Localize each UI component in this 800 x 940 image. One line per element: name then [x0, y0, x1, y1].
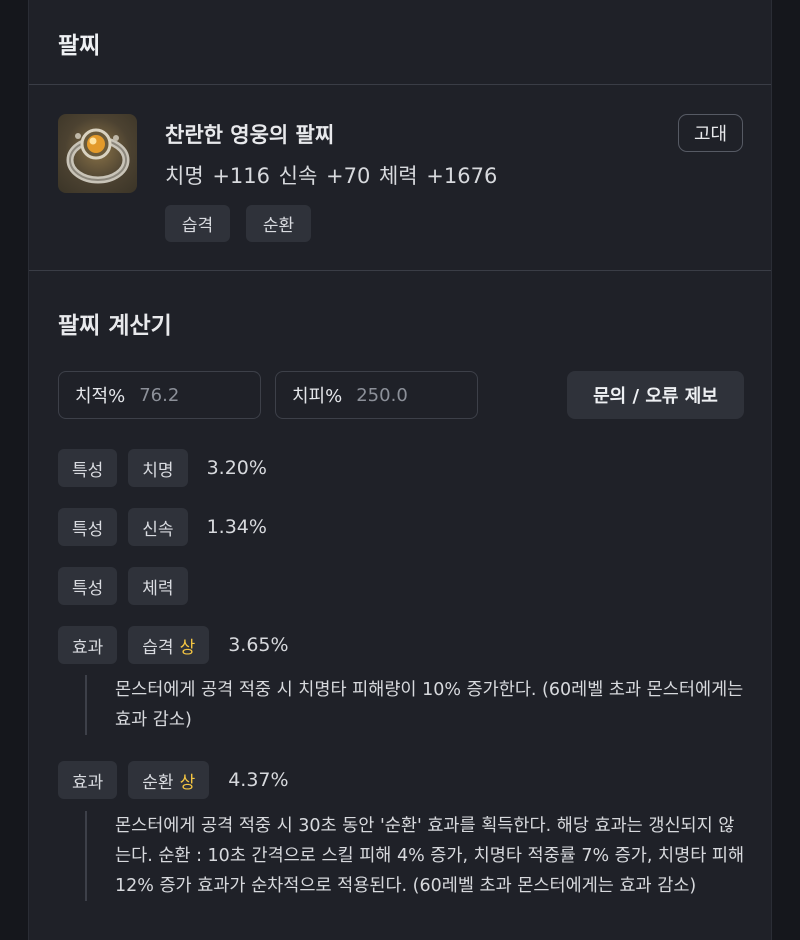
row-name: 치명 — [128, 449, 188, 487]
item-stats: 치명 +116 신속 +70 체력 +1676 — [165, 164, 498, 188]
stat-row: 특성 치명 3.20% — [58, 449, 267, 487]
item-card: 찬란한 영웅의 팔찌 치명 +116 신속 +70 체력 +1676 고대 습격… — [29, 85, 771, 271]
crit-rate-label: 치적% — [75, 386, 126, 407]
item-tags: 습격 순환 — [165, 205, 311, 242]
row-name: 체력 — [128, 567, 188, 605]
report-button[interactable]: 문의 / 오류 제보 — [567, 371, 744, 419]
row-value: 3.20% — [206, 457, 267, 479]
crit-damage-value[interactable]: 250.0 — [356, 385, 408, 406]
row-name-tag: 습격 상 — [128, 626, 210, 664]
item-tag: 습격 — [165, 205, 230, 242]
crit-rate-input[interactable]: 치적% 76.2 — [58, 371, 261, 419]
row-name-tag: 순환 상 — [128, 761, 210, 799]
crit-damage-input[interactable]: 치피% 250.0 — [275, 371, 478, 419]
row-value: 4.37% — [228, 769, 289, 791]
effect-description: 몬스터에게 공격 적중 시 치명타 피해량이 10% 증가한다. (60레벨 초… — [85, 675, 745, 735]
grade-badge: 고대 — [678, 114, 743, 152]
effect-row: 효과 습격 상 3.65% — [58, 626, 289, 664]
bracelet-panel: 팔찌 찬란한 영웅의 팔찌 치명 +116 신속 +70 체력 +1676 고대… — [28, 0, 772, 940]
row-value: 1.34% — [206, 516, 267, 538]
item-tag: 순환 — [246, 205, 311, 242]
row-tier: 상 — [179, 772, 196, 793]
crit-rate-value[interactable]: 76.2 — [139, 385, 179, 406]
crit-damage-label: 치피% — [292, 386, 343, 407]
row-type: 특성 — [58, 508, 118, 546]
calculator-title: 팔찌 계산기 — [58, 313, 172, 339]
row-name: 순환 — [142, 772, 174, 793]
row-type: 효과 — [58, 761, 118, 799]
effect-row: 효과 순환 상 4.37% — [58, 761, 289, 799]
row-name: 신속 — [128, 508, 188, 546]
row-value: 3.65% — [228, 634, 289, 656]
row-type: 특성 — [58, 567, 118, 605]
panel-title: 팔찌 — [29, 0, 771, 85]
row-name: 습격 — [142, 637, 174, 658]
stat-row: 특성 신속 1.34% — [58, 508, 267, 546]
item-name: 찬란한 영웅의 팔찌 — [165, 123, 335, 147]
bracelet-icon — [58, 114, 137, 193]
row-type: 효과 — [58, 626, 118, 664]
row-type: 특성 — [58, 449, 118, 487]
row-tier: 상 — [179, 637, 196, 658]
effect-description: 몬스터에게 공격 적중 시 30초 동안 '순환' 효과를 획득한다. 해당 효… — [85, 811, 745, 901]
stat-row: 특성 체력 — [58, 567, 199, 605]
